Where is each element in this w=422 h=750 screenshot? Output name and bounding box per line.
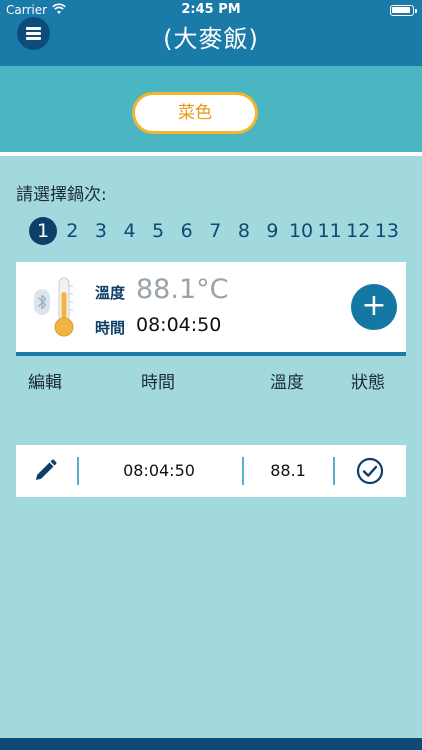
- table-row: 08:04:50 88.1: [16, 445, 406, 497]
- row-separator: [77, 457, 79, 485]
- bluetooth-icon: [34, 289, 50, 315]
- app-header: Carrier 2:45 PM (大麥飯): [0, 0, 422, 66]
- status-bar: Carrier 2:45 PM: [0, 0, 422, 20]
- batch-4[interactable]: 4: [115, 216, 144, 246]
- time-value: 08:04:50: [136, 314, 222, 336]
- column-header-edit: 編輯: [28, 373, 62, 393]
- temperature-label: 溫度: [95, 284, 126, 302]
- batch-9[interactable]: 9: [258, 216, 287, 246]
- batch-prompt: 請選擇鍋次:: [16, 185, 107, 205]
- temperature-value: 88.1°C: [136, 274, 229, 305]
- add-button[interactable]: +: [351, 284, 397, 330]
- batch-1[interactable]: 1: [29, 217, 57, 245]
- batch-selector: 1 2 3 4 5 6 7 8 9 10 11 12 13: [29, 216, 401, 246]
- reading-card: 溫度 88.1°C 時間 08:04:50 +: [16, 262, 406, 352]
- batch-2[interactable]: 2: [58, 216, 87, 246]
- column-header-status: 狀態: [351, 373, 385, 393]
- column-header-time: 時間: [141, 373, 175, 393]
- card-divider: [16, 352, 406, 356]
- battery-icon: [390, 5, 417, 16]
- batch-3[interactable]: 3: [87, 216, 116, 246]
- divider: [0, 152, 422, 156]
- batch-11[interactable]: 11: [315, 216, 344, 246]
- row-temperature: 88.1: [270, 461, 306, 480]
- batch-13[interactable]: 13: [373, 216, 402, 246]
- batch-6[interactable]: 6: [172, 216, 201, 246]
- batch-10[interactable]: 10: [287, 216, 316, 246]
- batch-8[interactable]: 8: [230, 216, 259, 246]
- row-separator: [242, 457, 244, 485]
- status-time: 2:45 PM: [181, 2, 241, 17]
- row-separator: [333, 457, 335, 485]
- bottom-bar: [0, 738, 422, 750]
- dish-button[interactable]: 菜色: [132, 92, 258, 134]
- pencil-icon[interactable]: [33, 459, 57, 483]
- batch-7[interactable]: 7: [201, 216, 230, 246]
- batch-5[interactable]: 5: [144, 216, 173, 246]
- thermometer-icon: [54, 277, 74, 337]
- checkmark-circle-icon[interactable]: [356, 457, 384, 485]
- batch-12[interactable]: 12: [344, 216, 373, 246]
- page-title: (大麥飯): [163, 25, 259, 53]
- row-time: 08:04:50: [123, 461, 195, 480]
- time-label: 時間: [95, 319, 126, 337]
- dish-band: 菜色: [0, 66, 422, 152]
- column-header-temperature: 溫度: [270, 373, 304, 393]
